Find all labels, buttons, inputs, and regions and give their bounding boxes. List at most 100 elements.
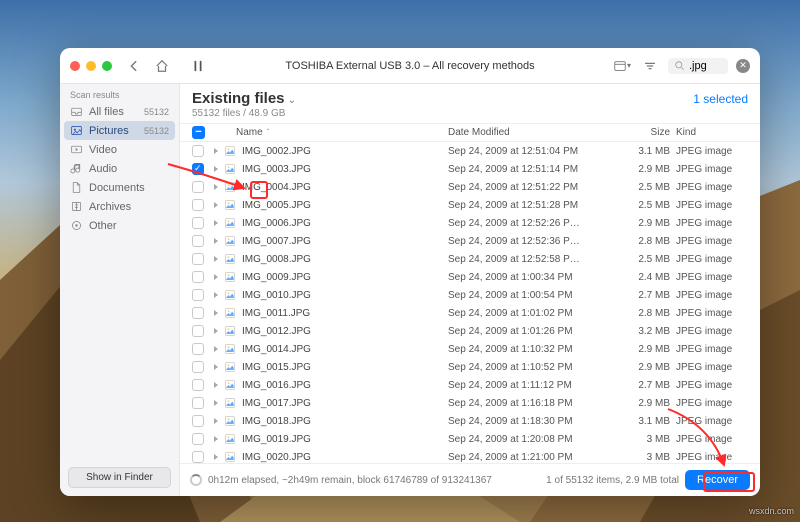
close-window-button[interactable] — [70, 61, 80, 71]
table-row[interactable]: IMG_0009.JPGSep 24, 2009 at 1:00:34 PM2.… — [180, 268, 760, 286]
jpeg-file-icon — [224, 343, 236, 355]
file-name: IMG_0008.JPG — [242, 254, 311, 265]
filter-button[interactable] — [640, 56, 660, 76]
row-checkbox[interactable] — [192, 397, 204, 409]
row-checkbox[interactable] — [192, 307, 204, 319]
row-checkbox[interactable] — [192, 361, 204, 373]
disclosure-triangle-icon[interactable] — [214, 148, 218, 154]
show-in-finder-button[interactable]: Show in Finder — [68, 467, 171, 488]
sidebar-item-audio[interactable]: Audio — [60, 159, 179, 178]
sidebar: Scan results All files55132Pictures55132… — [60, 84, 180, 496]
clear-search-button[interactable]: ✕ — [736, 59, 750, 73]
disclosure-triangle-icon[interactable] — [214, 400, 218, 406]
spinner-icon — [190, 474, 202, 486]
jpeg-file-icon — [224, 217, 236, 229]
disclosure-triangle-icon[interactable] — [214, 346, 218, 352]
column-date[interactable]: Date Modified — [448, 127, 618, 138]
file-kind: JPEG image — [670, 164, 748, 175]
audio-icon — [70, 162, 83, 175]
disclosure-triangle-icon[interactable] — [214, 292, 218, 298]
search-field[interactable] — [668, 58, 728, 74]
file-date: Sep 24, 2009 at 12:52:36 P… — [448, 236, 618, 247]
table-row[interactable]: IMG_0006.JPGSep 24, 2009 at 12:52:26 P…2… — [180, 214, 760, 232]
file-date: Sep 24, 2009 at 1:01:02 PM — [448, 308, 618, 319]
pause-button[interactable] — [188, 56, 208, 76]
master-checkbox[interactable] — [192, 126, 205, 139]
row-checkbox[interactable] — [192, 235, 204, 247]
column-kind[interactable]: Kind — [670, 127, 748, 138]
disclosure-triangle-icon[interactable] — [214, 238, 218, 244]
sidebar-item-documents[interactable]: Documents — [60, 178, 179, 197]
row-checkbox[interactable] — [192, 451, 204, 463]
disclosure-triangle-icon[interactable] — [214, 274, 218, 280]
sidebar-item-pictures[interactable]: Pictures55132 — [64, 121, 175, 140]
disclosure-triangle-icon[interactable] — [214, 202, 218, 208]
row-checkbox[interactable] — [192, 145, 204, 157]
file-name: IMG_0003.JPG — [242, 164, 311, 175]
row-checkbox[interactable] — [192, 433, 204, 445]
file-size: 3.2 MB — [618, 326, 670, 337]
sidebar-section-header: Scan results — [60, 84, 179, 102]
file-date: Sep 24, 2009 at 12:52:58 P… — [448, 254, 618, 265]
table-row[interactable]: IMG_0011.JPG Sep 24, 2009 at 1:01:02 PM2.… — [180, 304, 760, 322]
disclosure-triangle-icon[interactable] — [214, 328, 218, 334]
file-name: IMG_0011.JPG — [242, 308, 310, 319]
tray-icon — [70, 105, 83, 118]
sidebar-item-archives[interactable]: Archives — [60, 197, 179, 216]
page-title[interactable]: Existing files — [192, 90, 285, 107]
table-row[interactable]: IMG_0005.JPGSep 24, 2009 at 12:51:28 PM2… — [180, 196, 760, 214]
disclosure-triangle-icon[interactable] — [214, 418, 218, 424]
row-checkbox[interactable] — [192, 289, 204, 301]
sort-indicator-icon: ˆ — [267, 128, 270, 137]
column-name[interactable]: Nameˆ — [214, 127, 448, 138]
disclosure-triangle-icon[interactable] — [214, 454, 218, 460]
table-row[interactable]: IMG_0010.JPGSep 24, 2009 at 1:00:54 PM2.… — [180, 286, 760, 304]
sidebar-item-other[interactable]: Other — [60, 216, 179, 235]
row-checkbox[interactable] — [192, 253, 204, 265]
annotation-box-checkbox — [250, 181, 268, 199]
home-button[interactable] — [152, 56, 172, 76]
disclosure-triangle-icon[interactable] — [214, 310, 218, 316]
disclosure-triangle-icon[interactable] — [214, 220, 218, 226]
annotation-box-recover — [703, 472, 755, 492]
disclosure-triangle-icon[interactable] — [214, 382, 218, 388]
window-title: TOSHIBA External USB 3.0 – All recovery … — [216, 60, 604, 72]
table-header: Nameˆ Date Modified Size Kind — [180, 123, 760, 142]
row-checkbox[interactable] — [192, 325, 204, 337]
row-checkbox[interactable] — [192, 343, 204, 355]
search-input[interactable] — [689, 60, 721, 72]
row-checkbox[interactable] — [192, 217, 204, 229]
disclosure-triangle-icon[interactable] — [214, 364, 218, 370]
sidebar-item-all-files[interactable]: All files55132 — [60, 102, 179, 121]
view-options-button[interactable]: ▾ — [612, 56, 632, 76]
row-checkbox[interactable] — [192, 379, 204, 391]
table-row[interactable]: IMG_0002.JPGSep 24, 2009 at 12:51:04 PM3… — [180, 142, 760, 160]
jpeg-file-icon — [224, 433, 236, 445]
row-checkbox[interactable] — [192, 199, 204, 211]
minimize-window-button[interactable] — [86, 61, 96, 71]
file-kind: JPEG image — [670, 380, 748, 391]
file-name: IMG_0017.JPG — [242, 398, 311, 409]
back-button[interactable] — [124, 56, 144, 76]
sidebar-item-video[interactable]: Video — [60, 140, 179, 159]
search-icon — [674, 60, 685, 71]
file-date: Sep 24, 2009 at 12:51:14 PM — [448, 164, 618, 175]
table-row[interactable]: IMG_0014.JPGSep 24, 2009 at 1:10:32 PM2.… — [180, 340, 760, 358]
sidebar-item-label: Documents — [89, 182, 145, 194]
disclosure-triangle-icon[interactable] — [214, 256, 218, 262]
row-checkbox[interactable] — [192, 271, 204, 283]
table-row[interactable]: IMG_0008.JPGSep 24, 2009 at 12:52:58 P…2… — [180, 250, 760, 268]
file-name: IMG_0002.JPG — [242, 146, 311, 157]
table-row[interactable]: IMG_0012.JPGSep 24, 2009 at 1:01:26 PM3.… — [180, 322, 760, 340]
table-row[interactable]: IMG_0015.JPGSep 24, 2009 at 1:10:52 PM2.… — [180, 358, 760, 376]
jpeg-file-icon — [224, 307, 236, 319]
zoom-window-button[interactable] — [102, 61, 112, 71]
row-checkbox[interactable] — [192, 415, 204, 427]
table-row[interactable]: IMG_0003.JPGSep 24, 2009 at 12:51:14 PM2… — [180, 160, 760, 178]
table-row[interactable]: IMG_0016.JPGSep 24, 2009 at 1:11:12 PM2.… — [180, 376, 760, 394]
column-size[interactable]: Size — [618, 127, 670, 138]
table-row[interactable]: IMG_0007.JPGSep 24, 2009 at 12:52:36 P…2… — [180, 232, 760, 250]
disclosure-triangle-icon[interactable] — [214, 436, 218, 442]
file-size: 2.8 MB — [618, 308, 670, 319]
jpeg-file-icon — [224, 271, 236, 283]
